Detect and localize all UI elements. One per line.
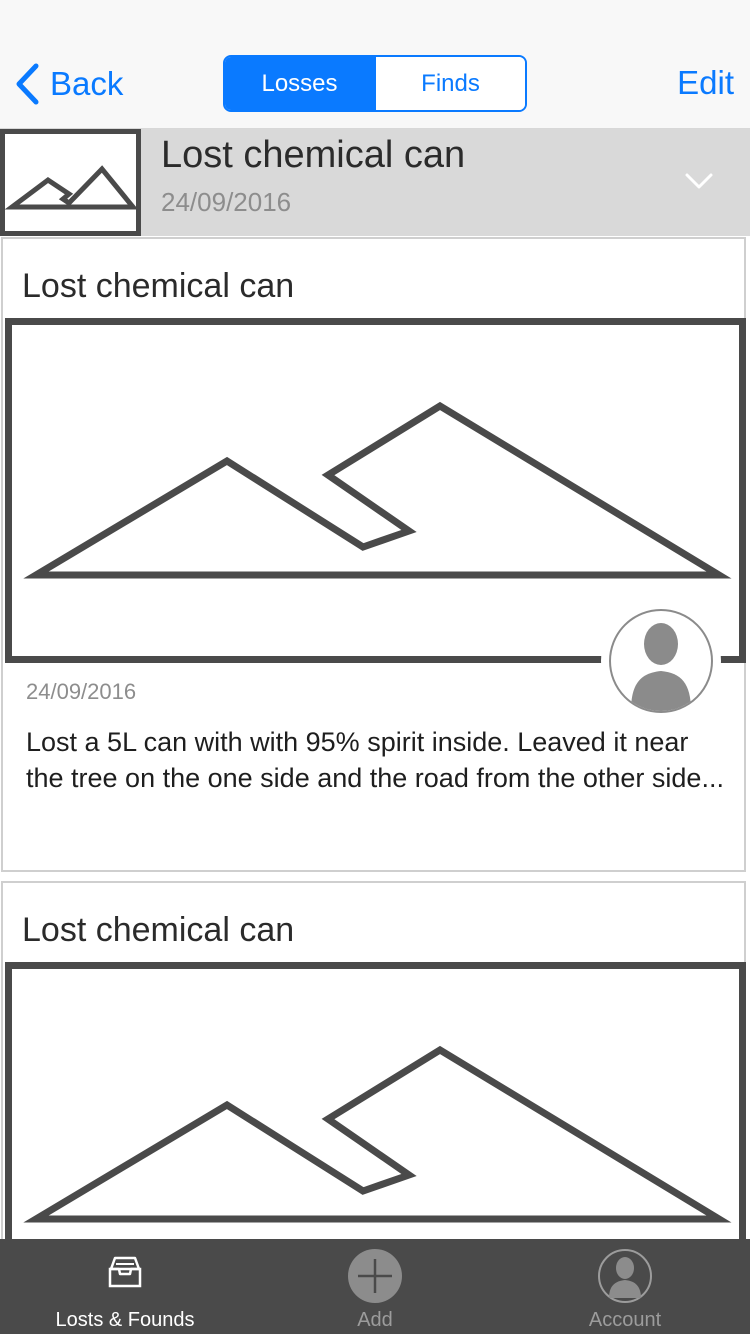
- card-title: Lost chemical can: [22, 911, 295, 949]
- selected-item-summary[interactable]: Lost chemical can 24/09/2016: [0, 129, 750, 236]
- card-title: Lost chemical can: [22, 267, 295, 305]
- list-item[interactable]: Lost chemical can: [1, 881, 746, 1307]
- author-avatar[interactable]: [601, 601, 721, 721]
- back-label: Back: [50, 65, 124, 102]
- tab-label: Losts & Founds: [55, 1309, 195, 1331]
- tab-losts-founds[interactable]: Losts & Founds: [0, 1239, 250, 1334]
- summary-title: Lost chemical can: [161, 134, 466, 176]
- summary-thumbnail: [0, 129, 141, 236]
- losses-finds-segmented-control: Losses Finds: [223, 55, 527, 112]
- navigation-bar: Back Losses Finds Edit: [0, 0, 750, 129]
- card-date: 24/09/2016: [26, 679, 137, 704]
- card-description: Lost a 5L can with with 95% spirit insid…: [26, 727, 724, 793]
- inbox-tray-icon: [108, 1256, 142, 1288]
- tab-label: Add: [357, 1309, 393, 1331]
- list-item[interactable]: Lost chemical can 24/09/2016 Lost a 5L c…: [1, 237, 746, 872]
- tab-bar: Losts & Founds Add Account: [0, 1239, 750, 1334]
- plus-circle-icon: [348, 1249, 402, 1303]
- tab-account[interactable]: Account: [500, 1239, 750, 1334]
- account-icon: [598, 1249, 652, 1303]
- summary-date: 24/09/2016: [161, 187, 292, 217]
- image-placeholder-icon: [5, 165, 136, 210]
- user-avatar-icon: [631, 623, 691, 711]
- segment-losses[interactable]: Losses: [225, 57, 374, 110]
- image-placeholder-icon: [23, 401, 732, 579]
- edit-button[interactable]: Edit: [677, 64, 734, 102]
- back-button[interactable]: Back: [14, 62, 123, 106]
- tab-label: Account: [588, 1309, 662, 1331]
- tab-add[interactable]: Add: [250, 1239, 500, 1334]
- segment-finds[interactable]: Finds: [374, 57, 525, 110]
- chevron-left-icon: [16, 63, 39, 105]
- chevron-down-icon[interactable]: [684, 171, 714, 191]
